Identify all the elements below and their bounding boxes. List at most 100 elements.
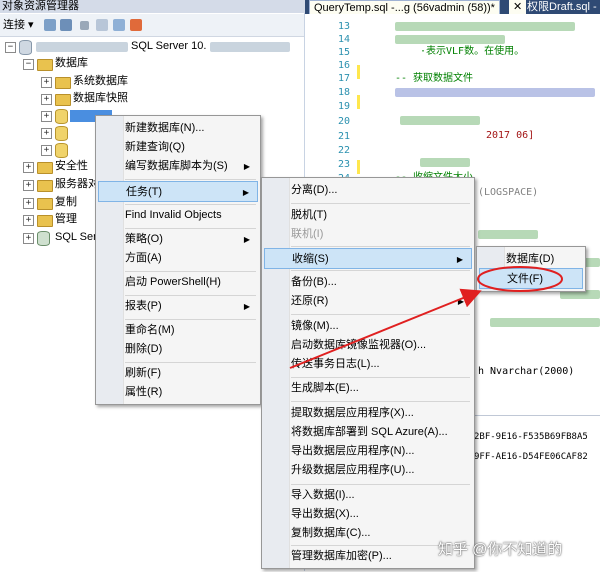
filter-settings-icon[interactable]	[113, 19, 125, 31]
menu-item-take-offline[interactable]: 脱机(T)	[264, 205, 472, 226]
code-redacted	[420, 158, 470, 167]
menu-item-deploy-azure[interactable]: 将数据库部署到 SQL Azure(A)...	[264, 422, 472, 443]
menu-item-shrink-files[interactable]: 文件(F)	[479, 268, 583, 289]
context-menu-tasks: 分离(D)... 脱机(T) 联机(I) 收缩(S) ▶ 备份(B)... 还原(…	[261, 177, 475, 569]
submenu-arrow-icon: ▶	[243, 302, 250, 311]
tree-node-system-databases[interactable]: + 系统数据库	[0, 73, 300, 90]
line-number: 14	[337, 34, 350, 45]
submenu-arrow-icon: ▶	[457, 297, 464, 306]
menu-item-delete[interactable]: 删除(D)	[98, 339, 258, 360]
agent-icon	[37, 231, 50, 246]
object-explorer-title: 对象资源管理器	[0, 0, 306, 13]
menu-item-extract-dac[interactable]: 提取数据层应用程序(X)...	[264, 403, 472, 424]
line-number: 15	[337, 47, 350, 58]
menu-separator	[125, 179, 256, 180]
tree-node-server[interactable]: − SQL Server 10.	[0, 38, 300, 55]
menu-item-policies[interactable]: 策略(O) ▶	[98, 229, 258, 250]
folder-icon	[55, 94, 71, 106]
change-marker	[357, 95, 360, 109]
change-marker	[357, 160, 360, 174]
collapse-icon[interactable]: −	[23, 59, 34, 70]
menu-item-export-data[interactable]: 导出数据(X)...	[264, 504, 472, 525]
server-icon	[19, 40, 32, 55]
code-string: 2017 06]	[486, 130, 535, 141]
menu-separator	[291, 314, 470, 315]
menu-item-mirror[interactable]: 镜像(M)...	[264, 316, 472, 337]
server-login-redacted	[210, 42, 290, 52]
menu-item-shrink-database[interactable]: 数据库(D)	[479, 249, 583, 270]
expand-icon[interactable]: +	[41, 94, 52, 105]
menu-item-mirror-monitor[interactable]: 启动数据库镜像监视器(O)...	[264, 335, 472, 356]
menu-item-bring-online: 联机(I)	[291, 228, 324, 240]
menu-item-properties[interactable]: 属性(R)	[98, 382, 258, 403]
code-redacted	[395, 35, 505, 44]
watermark: 知乎 @你不知道的	[438, 541, 563, 558]
menu-item-detach[interactable]: 分离(D)...	[264, 180, 472, 201]
expand-icon[interactable]: +	[23, 180, 34, 191]
result-cell[interactable]: 9FF-AE16-D54FE06CAF82	[474, 452, 588, 462]
tab-querytemp[interactable]: QueryTemp.sql -...g (56vadmin (58))*	[309, 0, 500, 15]
code-redacted	[478, 230, 538, 239]
expand-icon[interactable]: +	[41, 145, 52, 156]
menu-item-new-database[interactable]: 新建数据库(N)...	[98, 118, 258, 139]
tree-label: 系统数据库	[73, 75, 128, 87]
expand-icon[interactable]: +	[41, 111, 52, 122]
menu-item-start-powershell[interactable]: 启动 PowerShell(H)	[98, 272, 258, 293]
menu-item-tasks[interactable]: 任务(T) ▶	[98, 181, 258, 202]
line-number: 16	[337, 60, 350, 71]
disconnect-icon[interactable]	[60, 19, 72, 31]
tree-label: 数据库	[55, 57, 88, 69]
tree-label: SQL Ser	[55, 231, 97, 243]
menu-item-export-dac[interactable]: 导出数据层应用程序(N)...	[264, 441, 472, 462]
line-number: 17	[337, 73, 350, 84]
menu-item-restore[interactable]: 还原(R) ▶	[264, 291, 472, 312]
tree-label: 安全性	[55, 160, 88, 172]
database-icon	[55, 126, 68, 141]
code-redacted	[400, 116, 480, 125]
folder-icon	[37, 59, 53, 71]
menu-item-facets[interactable]: 方面(A)	[98, 248, 258, 269]
menu-item-upgrade-dac[interactable]: 升级数据层应用程序(U)...	[264, 460, 472, 481]
stop-icon[interactable]	[80, 21, 89, 30]
expand-icon[interactable]: +	[23, 215, 34, 226]
tree-node-databases[interactable]: − 数据库	[0, 55, 300, 72]
folder-icon	[37, 180, 53, 192]
menu-separator	[291, 401, 470, 402]
refresh-icon[interactable]	[130, 19, 142, 31]
menu-item-ship-logs[interactable]: 传送事务日志(L)...	[264, 354, 472, 375]
menu-item-reports[interactable]: 报表(P) ▶	[98, 296, 258, 317]
menu-item-backup[interactable]: 备份(B)...	[264, 272, 472, 293]
menu-item-script-database[interactable]: 编写数据库脚本为(S) ▶	[98, 156, 258, 177]
line-number: 19	[337, 101, 350, 112]
line-number: 13	[337, 21, 350, 32]
menu-item-find-invalid-objects[interactable]: Find Invalid Objects	[98, 205, 258, 226]
tree-label: 数据库快照	[73, 92, 128, 104]
server-name-redacted	[36, 42, 128, 52]
expand-icon[interactable]: +	[23, 233, 34, 244]
connect-icon[interactable]	[44, 19, 56, 31]
code-text: h Nvarchar(2000)	[478, 366, 575, 377]
line-number: 23	[337, 159, 350, 170]
expand-icon[interactable]: +	[41, 77, 52, 88]
menu-item-refresh[interactable]: 刷新(F)	[98, 363, 258, 384]
expand-icon[interactable]: +	[41, 128, 52, 139]
tree-label: 复制	[55, 196, 77, 208]
result-cell[interactable]: 2BF-9E16-F535B69FB8A5	[474, 432, 588, 442]
filter-icon[interactable]	[96, 19, 108, 31]
menu-item-import-data[interactable]: 导入数据(I)...	[264, 485, 472, 506]
expand-icon[interactable]: +	[23, 198, 34, 209]
code-comment: ·表示VLF数。在使用。	[420, 46, 525, 57]
menu-item-rename[interactable]: 重命名(M)	[98, 320, 258, 341]
line-number: 20	[337, 116, 350, 127]
tree-node-db-snapshots[interactable]: + 数据库快照	[0, 90, 300, 107]
database-icon	[55, 109, 68, 124]
expand-icon[interactable]: +	[23, 162, 34, 173]
connect-button[interactable]: 连接 ▾	[3, 17, 34, 33]
editor-tab-bar: QueryTemp.sql -...g (56vadmin (58))* ✕ 权…	[305, 0, 600, 15]
collapse-icon[interactable]: −	[5, 42, 16, 53]
menu-item-generate-scripts[interactable]: 生成脚本(E)...	[264, 378, 472, 399]
menu-item-shrink[interactable]: 收缩(S) ▶	[264, 248, 472, 269]
menu-item-new-query[interactable]: 新建查询(Q)	[98, 137, 258, 158]
tab-draft[interactable]: 权限Draft.sql -	[523, 0, 600, 14]
line-number: 21	[337, 131, 350, 142]
